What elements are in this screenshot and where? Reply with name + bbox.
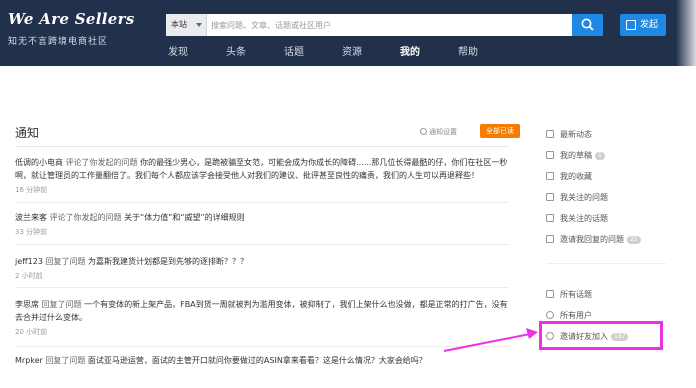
row-divider [15, 346, 509, 347]
star-icon [546, 172, 554, 180]
nav-discover[interactable]: 发现 [168, 43, 188, 58]
users-icon [546, 311, 554, 319]
notification-topic[interactable]: 为嘉斯我建货计划都是到先够的逐排断？？？ [88, 257, 248, 266]
sidebar-item-label: 我关注的问题 [560, 193, 608, 202]
publish-button[interactable]: 发起 [620, 14, 666, 36]
check-list-icon [546, 193, 554, 201]
count-badge: 1 [595, 152, 605, 160]
notification-user[interactable]: Mrpker [15, 356, 43, 365]
search-bar: 本站 [166, 14, 603, 36]
search-icon [581, 18, 594, 31]
chevron-down-icon [196, 23, 202, 27]
main-nav: 发现 头条 话题 资源 我的 帮助 [0, 43, 520, 61]
sidebar-item-label: 邀请我回复的问题 [560, 235, 624, 244]
tag-icon [546, 214, 554, 222]
notification-action: 回复了问题 [41, 300, 82, 309]
notification-time: 20 小时前 [15, 328, 48, 336]
mark-all-read-button[interactable]: 全部已读 [480, 124, 520, 138]
sidebar-item-label: 所有话题 [560, 290, 592, 299]
row-divider [15, 287, 509, 288]
nav-headlines[interactable]: 头条 [226, 43, 246, 58]
notification-settings-label: 通知设置 [429, 128, 457, 136]
window-edge [676, 0, 696, 66]
arrow-annotation [443, 328, 538, 352]
top-header: We Are Sellers 知无不言跨境电商社区 本站 发起 发现 头条 话题… [0, 0, 696, 66]
notification-time: 33 分钟前 [15, 228, 48, 236]
search-scope-dropdown[interactable]: 本站 [166, 14, 207, 36]
invite-reply-icon [546, 235, 554, 243]
nav-resources[interactable]: 资源 [342, 43, 362, 58]
notification-user[interactable]: 低调的小电商 [15, 158, 63, 167]
notification-action: 回复了问题 [45, 257, 86, 266]
nav-mine[interactable]: 我的 [400, 43, 420, 58]
notification-topic[interactable]: 一个有变体的新上架产品，FBA到货一周就被判为滥用变体，被抑制了，我们上架什么也… [15, 300, 508, 322]
home-icon [546, 130, 554, 138]
count-badge: 25 [627, 236, 641, 244]
title-divider [15, 146, 509, 147]
sidebar-item-label: 我的草稿 [560, 151, 592, 160]
edit-icon [626, 20, 636, 30]
search-input[interactable] [211, 14, 571, 36]
notification-user[interactable]: 波兰来客 [15, 213, 47, 222]
notification-topic[interactable]: 关于“体力值”和“威望”的详细规则 [124, 213, 245, 222]
notification-settings-link[interactable]: 通知设置 [420, 127, 457, 137]
notification-user[interactable]: 李思席 [15, 300, 39, 309]
notification-item: 低调的小电商 评论了你发起的问题 你的最强少男心，是跪被骗至女范，可能会成为你成… [15, 156, 509, 197]
notifications-header: 通知 通知设置 全部已读 [15, 122, 520, 144]
notification-time: 16 分钟前 [15, 186, 48, 194]
logo-title[interactable]: We Are Sellers [8, 10, 135, 28]
gear-icon [420, 128, 427, 135]
topics-icon [546, 290, 554, 298]
row-divider [15, 244, 509, 245]
search-button[interactable] [572, 14, 603, 36]
notification-topic[interactable]: 面试亚马逊运营，面试的主管开口就问你要做过的ASIN拿来看看？这是什么情况？大家… [88, 356, 427, 365]
notification-item: 波兰来客 评论了你发起的问题 关于“体力值”和“威望”的详细规则 33 分钟前 [15, 211, 509, 239]
notification-action: 评论了你发起的问题 [65, 158, 138, 167]
notification-item: 李思席 回复了问题 一个有变体的新上架产品，FBA到货一周就被判为滥用变体，被抑… [15, 298, 509, 339]
notification-action: 回复了问题 [45, 356, 86, 365]
highlight-box [539, 321, 663, 350]
search-scope-label: 本站 [171, 20, 187, 29]
publish-label: 发起 [640, 20, 659, 30]
notification-time: 2 小时前 [15, 272, 43, 280]
row-divider [15, 202, 509, 203]
sidebar-divider [546, 263, 666, 264]
sidebar-item-label: 最新动态 [560, 130, 592, 139]
notification-action: 评论了你发起的问题 [49, 213, 122, 222]
nav-help[interactable]: 帮助 [458, 43, 478, 58]
notification-item: Mrpker 回复了问题 面试亚马逊运营，面试的主管开口就问你要做过的ASIN拿… [15, 354, 509, 367]
page-title: 通知 [15, 126, 40, 140]
nav-topics[interactable]: 话题 [284, 43, 304, 58]
notification-item: jeff123 回复了问题 为嘉斯我建货计划都是到先够的逐排断？？？ 2 小时前 [15, 255, 509, 283]
sidebar-item-label: 我关注的话题 [560, 214, 608, 223]
sidebar-item-label: 我的收藏 [560, 172, 592, 181]
notification-user[interactable]: jeff123 [15, 257, 43, 266]
draft-icon [546, 151, 554, 159]
